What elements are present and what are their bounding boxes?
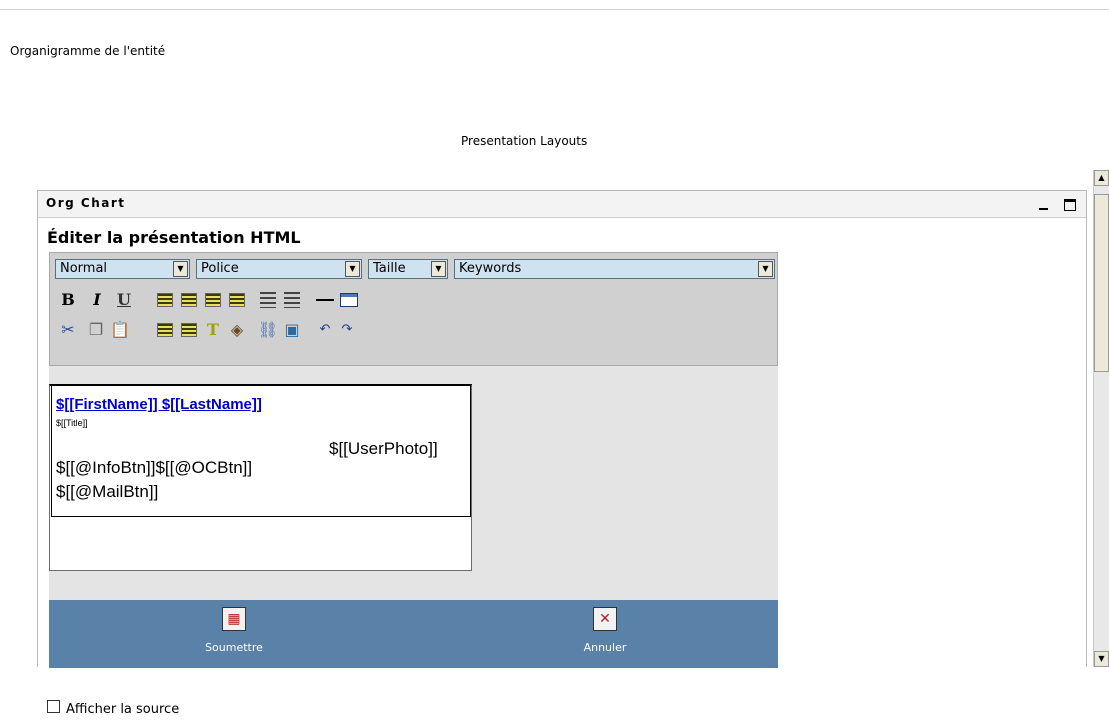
size-select[interactable]: Taille ▼	[368, 259, 448, 279]
underline-icon[interactable]: U	[113, 289, 135, 311]
entity-title: Organigramme de l'entité	[10, 44, 166, 58]
text-color-icon[interactable]: T	[202, 319, 224, 341]
editor-toolbar: Normal ▼ Police ▼ Taille ▼ Keywords ▼ B …	[49, 252, 778, 366]
card-buttons-line2: $[[@MailBtn]]	[56, 482, 159, 501]
card-photo-placeholder: $[[UserPhoto]]	[329, 439, 438, 458]
portlet-title: Org Chart	[46, 196, 126, 210]
cut-icon[interactable]: ✂	[57, 319, 79, 341]
scroll-down-icon[interactable]: ▼	[1094, 651, 1109, 667]
show-source-label: Afficher la source	[66, 702, 180, 717]
submit-button[interactable]: ▦ Soumettre	[194, 607, 274, 654]
ordered-list-icon[interactable]	[257, 289, 279, 311]
redo-icon[interactable]: ↷	[336, 319, 358, 341]
top-divider	[0, 9, 1109, 10]
undo-icon[interactable]: ↶	[314, 319, 336, 341]
card-title: $[[Title]]	[56, 418, 88, 428]
format-select-value: Normal	[60, 261, 108, 276]
org-chart-card: $[[FirstName]] $[[LastName]] $[[Title]] …	[51, 386, 471, 517]
link-icon[interactable]: ⛓	[257, 319, 279, 341]
background-color-icon[interactable]: ◈	[226, 319, 248, 341]
format-select[interactable]: Normal ▼	[55, 259, 190, 279]
align-left-icon[interactable]	[154, 289, 176, 311]
portlet-header: Org Chart	[38, 191, 1086, 218]
keywords-select-value: Keywords	[459, 261, 522, 276]
minimize-icon[interactable]	[1038, 198, 1050, 210]
card-buttons-line1: $[[@InfoBtn]]$[[@OCBtn]]	[56, 458, 253, 477]
presentation-layouts-title: Presentation Layouts	[461, 134, 588, 148]
copy-icon[interactable]: ❐	[85, 319, 107, 341]
align-center-icon[interactable]	[178, 289, 200, 311]
indent-icon[interactable]	[178, 319, 200, 341]
size-select-value: Taille	[373, 261, 406, 276]
editor-content-area[interactable]: $[[FirstName]] $[[LastName]] $[[Title]] …	[49, 384, 472, 571]
chevron-down-icon[interactable]: ▼	[345, 261, 360, 277]
editor-heading: Éditer la présentation HTML	[47, 228, 301, 247]
chevron-down-icon[interactable]: ▼	[758, 261, 773, 277]
chevron-down-icon[interactable]: ▼	[431, 261, 446, 277]
cancel-button[interactable]: ✕ Annuler	[565, 607, 645, 654]
outdent-icon[interactable]	[154, 319, 176, 341]
table-icon[interactable]	[338, 289, 360, 311]
font-select-value: Police	[201, 261, 239, 276]
bold-icon[interactable]: B	[57, 289, 79, 311]
submit-label: Soumettre	[205, 641, 263, 654]
save-icon: ▦	[222, 607, 246, 631]
show-source-checkbox[interactable]	[47, 700, 60, 713]
scroll-up-icon[interactable]: ▲	[1094, 170, 1109, 186]
chevron-down-icon[interactable]: ▼	[173, 261, 188, 277]
cancel-label: Annuler	[583, 641, 627, 654]
horizontal-rule-icon[interactable]	[314, 289, 336, 311]
unordered-list-icon[interactable]	[281, 289, 303, 311]
cancel-icon: ✕	[593, 607, 617, 631]
justify-icon[interactable]	[226, 289, 248, 311]
font-select[interactable]: Police ▼	[196, 259, 362, 279]
keywords-select[interactable]: Keywords ▼	[454, 259, 775, 279]
action-bar: ▦ Soumettre ✕ Annuler	[49, 600, 778, 668]
org-chart-portlet: Org Chart Éditer la présentation HTML No…	[37, 190, 1087, 717]
card-name-link[interactable]: $[[FirstName]] $[[LastName]]	[56, 396, 262, 413]
italic-icon[interactable]: I	[86, 289, 108, 311]
image-icon[interactable]: ▣	[281, 319, 303, 341]
scroll-thumb[interactable]	[1094, 194, 1109, 372]
maximize-icon[interactable]	[1064, 199, 1076, 211]
vertical-scrollbar[interactable]: ▲ ▼	[1093, 170, 1109, 667]
align-right-icon[interactable]	[202, 289, 224, 311]
paste-icon[interactable]: 📋	[109, 319, 131, 341]
